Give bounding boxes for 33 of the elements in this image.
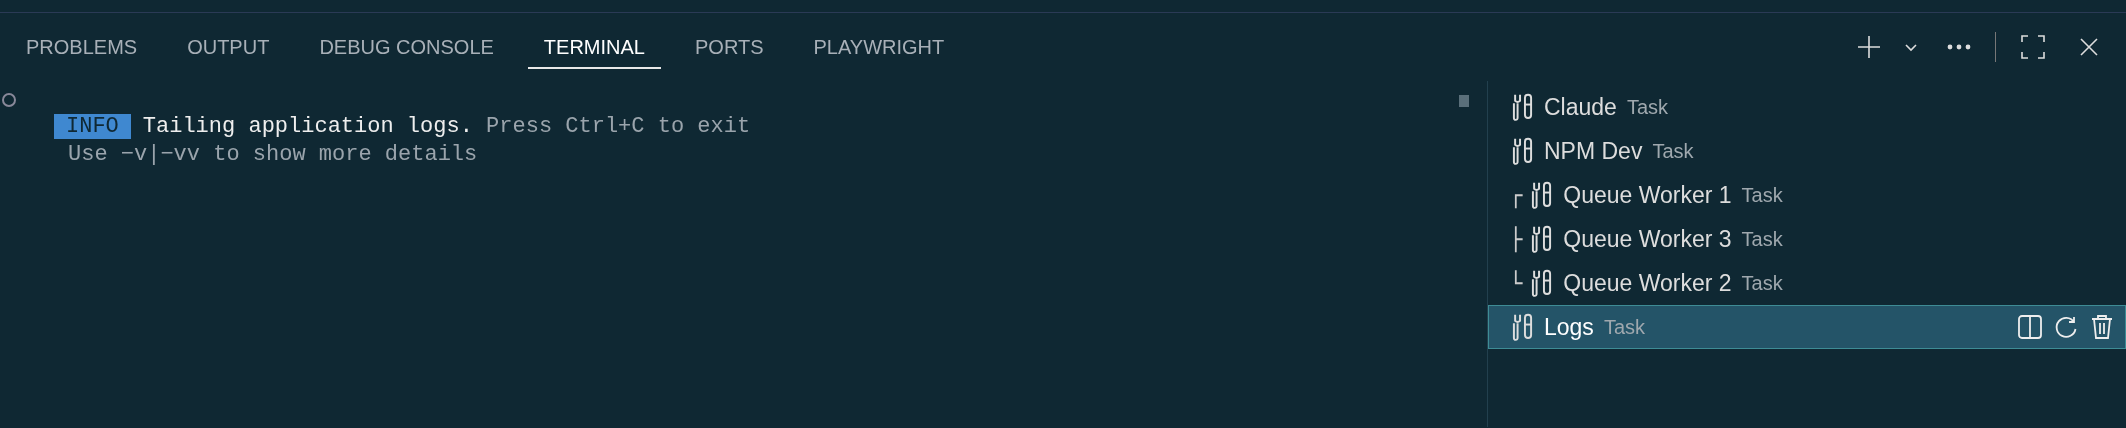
panel-tab[interactable]: PORTS — [679, 25, 780, 69]
terminal-type: Task — [1626, 95, 1668, 119]
terminal-type: Task — [1741, 183, 1783, 207]
terminal-name: NPM Dev — [1544, 137, 1643, 165]
terminal-list-item[interactable]: ├ Queue Worker 3 Task — [1488, 217, 2126, 261]
tree-connector: ┌ — [1509, 182, 1523, 208]
log-message: Tailing application logs. — [142, 114, 473, 139]
terminal-type: Task — [1741, 271, 1783, 295]
terminal-list-item[interactable]: Logs Task — [1488, 305, 2126, 349]
tree-connector: ├ — [1509, 226, 1523, 252]
status-circle-icon — [2, 93, 16, 107]
scrollbar-thumb[interactable] — [1459, 95, 1469, 107]
terminal-name: Queue Worker 2 — [1563, 269, 1732, 297]
terminal-name: Claude — [1544, 93, 1617, 121]
panel-tab[interactable]: DEBUG CONSOLE — [303, 25, 510, 69]
terminal-list-item[interactable]: Claude Task — [1488, 85, 2126, 129]
terminal-line: Use −v|−vv to show more details — [68, 141, 479, 169]
terminal-list-item[interactable]: └ Queue Worker 2 Task — [1488, 261, 2126, 305]
tree-connector: └ — [1509, 270, 1523, 296]
terminal-type: Task — [1741, 227, 1783, 251]
panel-tab[interactable]: PLAYWRIGHT — [797, 25, 961, 69]
exit-hint: Press Ctrl+C to exit — [486, 114, 751, 139]
log-level-label: INFO — [54, 114, 131, 139]
panel-tab[interactable]: PROBLEMS — [10, 25, 154, 69]
terminal-name: Logs — [1544, 313, 1594, 341]
terminal-list-item[interactable]: NPM Dev Task — [1488, 129, 2126, 173]
terminal-type: Task — [1603, 315, 1645, 339]
panel-tab[interactable]: TERMINAL — [527, 25, 661, 69]
terminal-name: Queue Worker 3 — [1563, 225, 1732, 253]
panel-tab[interactable]: OUTPUT — [171, 25, 286, 69]
terminal-list-item[interactable]: ┌ Queue Worker 1 Task — [1488, 173, 2126, 217]
terminal-name: Queue Worker 1 — [1563, 181, 1732, 209]
terminal-type: Task — [1652, 139, 1694, 163]
